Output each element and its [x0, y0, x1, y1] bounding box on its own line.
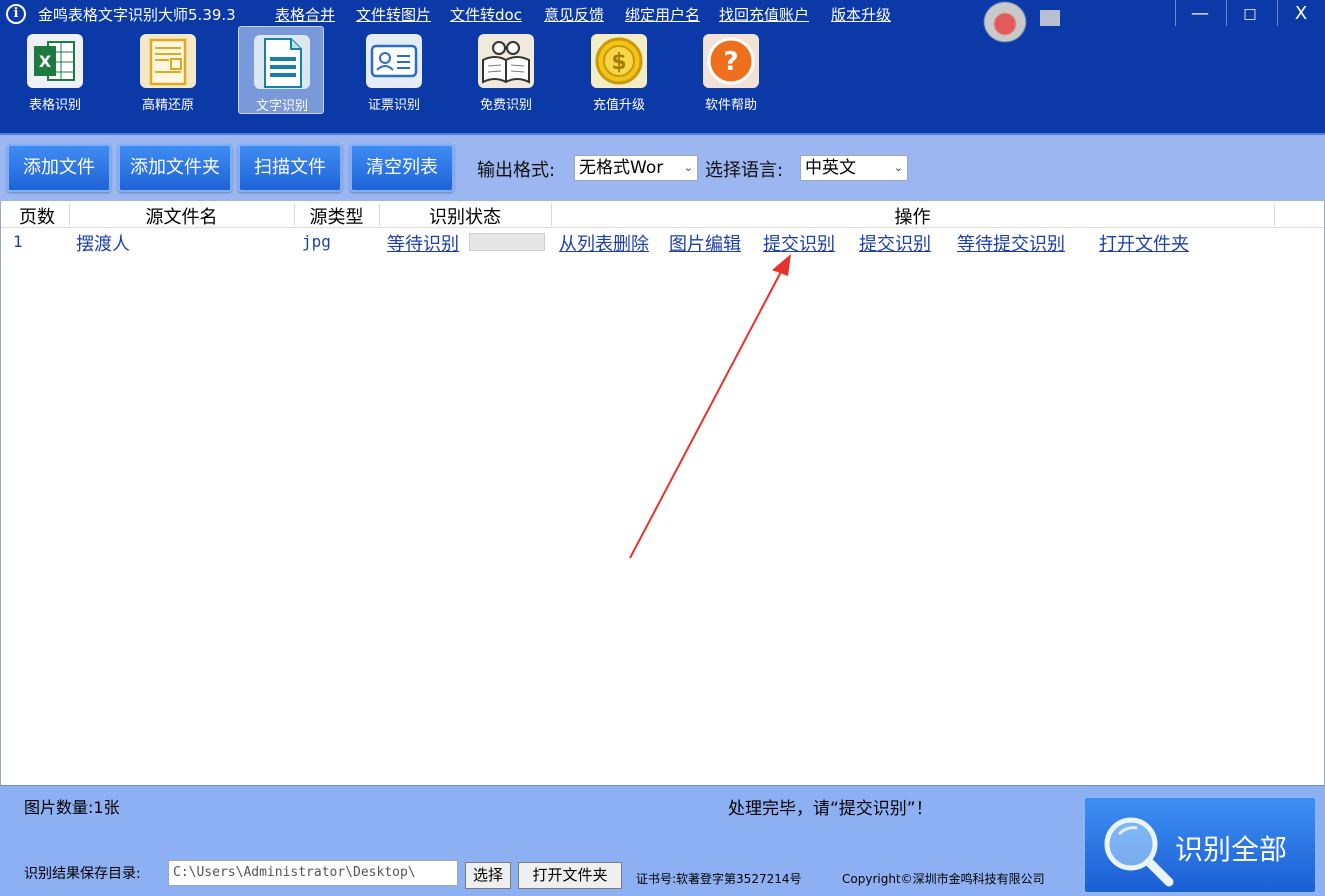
- tool-label: 文字识别: [255, 99, 308, 114]
- book-glasses-icon: [475, 32, 537, 90]
- tool-high-precision[interactable]: 高精还原: [113, 26, 203, 114]
- help-icon: ?: [700, 32, 762, 90]
- tool-label: 免费识别: [479, 98, 532, 113]
- choose-dir-button[interactable]: 选择: [465, 862, 511, 889]
- menu-link-recover-account[interactable]: 找回充值账户: [719, 4, 809, 25]
- window-separator: [1226, 0, 1227, 26]
- tool-recharge-upgrade[interactable]: $ 充值升级: [564, 26, 654, 114]
- table-row[interactable]: 1 摆渡人 jpg 等待识别 从列表删除 图片编辑 提交识别 提交识别 等待提交…: [1, 228, 1324, 256]
- header-status[interactable]: 识别状态: [379, 203, 551, 229]
- maximize-button[interactable]: □: [1228, 0, 1272, 28]
- svg-text:?: ?: [723, 47, 738, 77]
- id-card-icon: [363, 32, 425, 90]
- add-folder-button[interactable]: 添加文件夹: [118, 144, 232, 192]
- app-window: { "window": { "title": "金鸣表格文字识别大师5.39.3…: [0, 0, 1325, 896]
- recognize-all-button[interactable]: 识别全部: [1083, 796, 1317, 894]
- header-page[interactable]: 页数: [5, 203, 69, 229]
- menu-link-feedback[interactable]: 意见反馈: [544, 4, 604, 25]
- column-separator[interactable]: [1274, 203, 1275, 226]
- minimize-button[interactable]: —: [1178, 0, 1222, 28]
- output-format-label: 输出格式:: [477, 160, 556, 181]
- tool-help[interactable]: ? 软件帮助: [676, 26, 766, 114]
- tool-text-recognition[interactable]: 文字识别: [238, 26, 324, 114]
- username-blurred: [1040, 10, 1060, 26]
- certificate-text: 证书号:软著登字第3527214号: [636, 872, 802, 886]
- language-select[interactable]: 中英文 ⌄: [800, 155, 908, 181]
- menu-link-bind-username[interactable]: 绑定用户名: [625, 4, 700, 25]
- status-message: 处理完毕，请“提交识别”！: [728, 799, 933, 819]
- recognize-all-label: 识别全部: [1175, 833, 1288, 866]
- row-filename: 摆渡人: [76, 234, 130, 255]
- row-status-link[interactable]: 等待识别: [387, 230, 459, 256]
- menu-link-table-merge[interactable]: 表格合并: [275, 4, 335, 25]
- row-page: 1: [13, 232, 23, 251]
- output-format-select[interactable]: 无格式Wor ⌄: [574, 155, 698, 181]
- table-header: 页数 源文件名 源类型 识别状态 操作: [1, 201, 1324, 228]
- open-folder-link[interactable]: 打开文件夹: [1099, 230, 1189, 256]
- header-filename[interactable]: 源文件名: [69, 203, 294, 229]
- clear-list-button[interactable]: 清空列表: [350, 144, 454, 192]
- magnifier-icon: [1104, 817, 1174, 887]
- app-title: 金鸣表格文字识别大师5.39.3: [38, 6, 236, 24]
- menu-link-file-to-image[interactable]: 文件转图片: [356, 4, 431, 25]
- tool-free-recognition[interactable]: 免费识别: [451, 26, 541, 114]
- header-operations[interactable]: 操作: [551, 203, 1274, 229]
- action-bar: 添加文件 添加文件夹 扫描文件 清空列表 输出格式: 无格式Wor ⌄ 选择语言…: [0, 133, 1325, 201]
- dollar-coin-icon: $: [588, 32, 650, 90]
- svg-text:X: X: [39, 52, 52, 71]
- submit-recognition-link[interactable]: 提交识别: [763, 230, 835, 256]
- tool-label: 充值升级: [592, 98, 645, 113]
- tool-label: 软件帮助: [704, 98, 757, 113]
- chevron-down-icon: ⌄: [683, 161, 693, 174]
- info-icon[interactable]: i: [6, 4, 26, 24]
- add-file-button[interactable]: 添加文件: [7, 144, 111, 192]
- tool-label: 高精还原: [141, 98, 194, 113]
- excel-icon: X: [24, 32, 86, 90]
- tool-label: 表格识别: [28, 98, 81, 113]
- window-separator: [1277, 0, 1278, 26]
- svg-text:$: $: [611, 50, 626, 75]
- delete-from-list-link[interactable]: 从列表删除: [559, 230, 649, 256]
- document-layout-icon: [137, 32, 199, 90]
- close-button[interactable]: X: [1279, 0, 1323, 28]
- save-dir-label: 识别结果保存目录:: [24, 866, 141, 882]
- copyright-text: Copyright©深圳市金鸣科技有限公司: [842, 872, 1045, 886]
- submit-recognition-link-2[interactable]: 提交识别: [859, 230, 931, 256]
- language-value: 中英文: [805, 158, 856, 178]
- footer-panel: 图片数量:1张 处理完毕，请“提交识别”！ 识别结果保存目录: C:\Users…: [0, 785, 1325, 896]
- tool-table-recognition[interactable]: X 表格识别: [0, 26, 90, 114]
- tool-id-recognition[interactable]: 证票识别: [339, 26, 429, 114]
- title-row: i 金鸣表格文字识别大师5.39.3 表格合并 文件转图片 文件转doc 意见反…: [0, 0, 1325, 28]
- scan-file-button[interactable]: 扫描文件: [238, 144, 342, 192]
- image-count: 图片数量:1张: [24, 798, 120, 817]
- file-table: 页数 源文件名 源类型 识别状态 操作 1 摆渡人 jpg 等待识别 从列表删除…: [0, 201, 1325, 785]
- open-folder-button[interactable]: 打开文件夹: [518, 862, 622, 889]
- output-format-value: 无格式Wor: [579, 158, 664, 178]
- text-document-icon: [251, 33, 313, 91]
- edit-image-link[interactable]: 图片编辑: [669, 230, 741, 256]
- header-type[interactable]: 源类型: [294, 203, 379, 229]
- title-bar: i 金鸣表格文字识别大师5.39.3 表格合并 文件转图片 文件转doc 意见反…: [0, 0, 1325, 133]
- row-type: jpg: [302, 232, 331, 251]
- menu-link-file-to-doc[interactable]: 文件转doc: [450, 4, 522, 25]
- language-label: 选择语言:: [705, 160, 784, 181]
- tool-label: 证票识别: [367, 98, 420, 113]
- window-separator: [1175, 0, 1176, 26]
- waiting-submit-link[interactable]: 等待提交识别: [957, 230, 1065, 256]
- chevron-down-icon: ⌄: [893, 161, 903, 174]
- avatar[interactable]: [984, 2, 1026, 42]
- save-dir-input[interactable]: C:\Users\Administrator\Desktop\: [168, 860, 458, 886]
- menu-link-upgrade[interactable]: 版本升级: [831, 4, 891, 25]
- row-progress-bar: [469, 233, 545, 251]
